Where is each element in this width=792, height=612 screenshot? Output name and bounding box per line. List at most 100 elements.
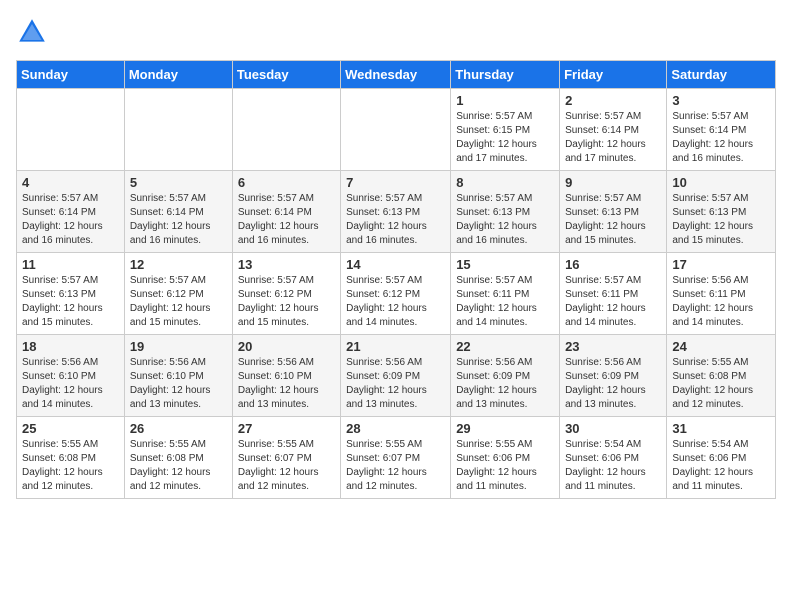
calendar-day-cell: 6 Sunrise: 5:57 AM Sunset: 6:14 PM Daylig… xyxy=(232,171,340,253)
calendar-day-cell: 15Sunrise: 5:57 AM Sunset: 6:11 PM Dayli… xyxy=(451,253,560,335)
calendar-day-cell xyxy=(17,89,125,171)
day-number: 10 xyxy=(672,175,770,190)
day-info: Sunrise: 5:57 AM Sunset: 6:13 PM Dayligh… xyxy=(672,192,770,248)
day-info: Sunrise: 5:56 AM Sunset: 6:11 PM Dayligh… xyxy=(672,274,770,330)
day-info: Sunrise: 5:57 AM Sunset: 6:14 PM Dayligh… xyxy=(238,192,335,248)
day-info: Sunrise: 5:57 AM Sunset: 6:14 PM Dayligh… xyxy=(130,192,227,248)
day-number: 24 xyxy=(672,339,770,354)
day-info: Sunrise: 5:57 AM Sunset: 6:13 PM Dayligh… xyxy=(22,274,119,330)
day-number: 4 xyxy=(22,175,119,190)
day-of-week-header: Tuesday xyxy=(232,61,340,89)
day-number: 29 xyxy=(456,421,554,436)
day-number: 14 xyxy=(346,257,445,272)
day-info: Sunrise: 5:57 AM Sunset: 6:12 PM Dayligh… xyxy=(130,274,227,330)
calendar-week-row: 1 Sunrise: 5:57 AM Sunset: 6:15 PM Daylig… xyxy=(17,89,776,171)
day-number: 7 xyxy=(346,175,445,190)
day-info: Sunrise: 5:57 AM Sunset: 6:12 PM Dayligh… xyxy=(346,274,445,330)
day-info: Sunrise: 5:57 AM Sunset: 6:13 PM Dayligh… xyxy=(456,192,554,248)
calendar-day-cell: 2 Sunrise: 5:57 AM Sunset: 6:14 PM Daylig… xyxy=(560,89,667,171)
day-number: 18 xyxy=(22,339,119,354)
day-number: 9 xyxy=(565,175,661,190)
calendar-day-cell: 25Sunrise: 5:55 AM Sunset: 6:08 PM Dayli… xyxy=(17,417,125,499)
day-of-week-header: Saturday xyxy=(667,61,776,89)
day-number: 20 xyxy=(238,339,335,354)
day-number: 17 xyxy=(672,257,770,272)
calendar-week-row: 4 Sunrise: 5:57 AM Sunset: 6:14 PM Daylig… xyxy=(17,171,776,253)
day-info: Sunrise: 5:55 AM Sunset: 6:08 PM Dayligh… xyxy=(672,356,770,412)
day-number: 16 xyxy=(565,257,661,272)
page-header xyxy=(16,16,776,48)
calendar-day-cell: 16 Sunrise: 5:57 AM Sunset: 6:11 PM Dayli… xyxy=(560,253,667,335)
day-number: 2 xyxy=(565,93,661,108)
day-info: Sunrise: 5:56 AM Sunset: 6:09 PM Dayligh… xyxy=(346,356,445,412)
calendar-day-cell: 1 Sunrise: 5:57 AM Sunset: 6:15 PM Daylig… xyxy=(451,89,560,171)
day-info: Sunrise: 5:57 AM Sunset: 6:14 PM Dayligh… xyxy=(565,110,661,166)
calendar-day-cell xyxy=(232,89,340,171)
calendar-day-cell: 27 Sunrise: 5:55 AM Sunset: 6:07 PM Dayli… xyxy=(232,417,340,499)
day-info: Sunrise: 5:57 AM Sunset: 6:15 PM Dayligh… xyxy=(456,110,554,166)
calendar-week-row: 18 Sunrise: 5:56 AM Sunset: 6:10 PM Dayli… xyxy=(17,335,776,417)
calendar-day-cell: 12 Sunrise: 5:57 AM Sunset: 6:12 PM Dayli… xyxy=(124,253,232,335)
calendar-day-cell: 3 Sunrise: 5:57 AM Sunset: 6:14 PM Daylig… xyxy=(667,89,776,171)
day-number: 11 xyxy=(22,257,119,272)
calendar-day-cell: 24 Sunrise: 5:55 AM Sunset: 6:08 PM Dayli… xyxy=(667,335,776,417)
day-number: 21 xyxy=(346,339,445,354)
calendar-day-cell: 29Sunrise: 5:55 AM Sunset: 6:06 PM Dayli… xyxy=(451,417,560,499)
day-info: Sunrise: 5:57 AM Sunset: 6:13 PM Dayligh… xyxy=(565,192,661,248)
day-info: Sunrise: 5:55 AM Sunset: 6:07 PM Dayligh… xyxy=(238,438,335,494)
day-number: 12 xyxy=(130,257,227,272)
calendar-day-cell xyxy=(124,89,232,171)
calendar-day-cell xyxy=(341,89,451,171)
day-number: 6 xyxy=(238,175,335,190)
calendar-day-cell: 13Sunrise: 5:57 AM Sunset: 6:12 PM Dayli… xyxy=(232,253,340,335)
calendar-day-cell: 21 Sunrise: 5:56 AM Sunset: 6:09 PM Dayli… xyxy=(341,335,451,417)
calendar-week-row: 11 Sunrise: 5:57 AM Sunset: 6:13 PM Dayli… xyxy=(17,253,776,335)
day-number: 30 xyxy=(565,421,661,436)
calendar-day-cell: 5 Sunrise: 5:57 AM Sunset: 6:14 PM Daylig… xyxy=(124,171,232,253)
logo-icon xyxy=(16,16,48,48)
day-info: Sunrise: 5:54 AM Sunset: 6:06 PM Dayligh… xyxy=(565,438,661,494)
calendar-day-cell: 18 Sunrise: 5:56 AM Sunset: 6:10 PM Dayli… xyxy=(17,335,125,417)
day-info: Sunrise: 5:57 AM Sunset: 6:14 PM Dayligh… xyxy=(22,192,119,248)
calendar-body: 1 Sunrise: 5:57 AM Sunset: 6:15 PM Daylig… xyxy=(17,89,776,499)
day-info: Sunrise: 5:56 AM Sunset: 6:09 PM Dayligh… xyxy=(456,356,554,412)
day-info: Sunrise: 5:56 AM Sunset: 6:10 PM Dayligh… xyxy=(238,356,335,412)
day-number: 23 xyxy=(565,339,661,354)
day-info: Sunrise: 5:56 AM Sunset: 6:10 PM Dayligh… xyxy=(130,356,227,412)
calendar-day-cell: 10 Sunrise: 5:57 AM Sunset: 6:13 PM Dayli… xyxy=(667,171,776,253)
day-info: Sunrise: 5:57 AM Sunset: 6:11 PM Dayligh… xyxy=(565,274,661,330)
calendar-day-cell: 4 Sunrise: 5:57 AM Sunset: 6:14 PM Daylig… xyxy=(17,171,125,253)
day-info: Sunrise: 5:57 AM Sunset: 6:14 PM Dayligh… xyxy=(672,110,770,166)
day-number: 22 xyxy=(456,339,554,354)
day-number: 25 xyxy=(22,421,119,436)
calendar-day-cell: 11 Sunrise: 5:57 AM Sunset: 6:13 PM Dayli… xyxy=(17,253,125,335)
day-info: Sunrise: 5:57 AM Sunset: 6:13 PM Dayligh… xyxy=(346,192,445,248)
logo xyxy=(16,16,52,48)
calendar-day-cell: 30 Sunrise: 5:54 AM Sunset: 6:06 PM Dayli… xyxy=(560,417,667,499)
calendar-day-cell: 14 Sunrise: 5:57 AM Sunset: 6:12 PM Dayli… xyxy=(341,253,451,335)
calendar-day-cell: 23Sunrise: 5:56 AM Sunset: 6:09 PM Dayli… xyxy=(560,335,667,417)
day-info: Sunrise: 5:56 AM Sunset: 6:10 PM Dayligh… xyxy=(22,356,119,412)
day-number: 26 xyxy=(130,421,227,436)
day-of-week-header: Thursday xyxy=(451,61,560,89)
day-number: 5 xyxy=(130,175,227,190)
calendar-day-cell: 8 Sunrise: 5:57 AM Sunset: 6:13 PM Daylig… xyxy=(451,171,560,253)
day-number: 3 xyxy=(672,93,770,108)
day-number: 8 xyxy=(456,175,554,190)
calendar-day-cell: 31Sunrise: 5:54 AM Sunset: 6:06 PM Dayli… xyxy=(667,417,776,499)
calendar-day-cell: 26Sunrise: 5:55 AM Sunset: 6:08 PM Dayli… xyxy=(124,417,232,499)
day-of-week-header: Sunday xyxy=(17,61,125,89)
day-number: 13 xyxy=(238,257,335,272)
calendar-day-cell: 20 Sunrise: 5:56 AM Sunset: 6:10 PM Dayli… xyxy=(232,335,340,417)
calendar-day-cell: 28Sunrise: 5:55 AM Sunset: 6:07 PM Dayli… xyxy=(341,417,451,499)
day-number: 27 xyxy=(238,421,335,436)
day-number: 1 xyxy=(456,93,554,108)
day-number: 31 xyxy=(672,421,770,436)
day-of-week-header: Wednesday xyxy=(341,61,451,89)
day-info: Sunrise: 5:57 AM Sunset: 6:11 PM Dayligh… xyxy=(456,274,554,330)
calendar-day-cell: 22 Sunrise: 5:56 AM Sunset: 6:09 PM Dayli… xyxy=(451,335,560,417)
calendar-week-row: 25Sunrise: 5:55 AM Sunset: 6:08 PM Dayli… xyxy=(17,417,776,499)
calendar-day-cell: 19Sunrise: 5:56 AM Sunset: 6:10 PM Dayli… xyxy=(124,335,232,417)
day-of-week-header: Friday xyxy=(560,61,667,89)
calendar-day-cell: 7 Sunrise: 5:57 AM Sunset: 6:13 PM Daylig… xyxy=(341,171,451,253)
